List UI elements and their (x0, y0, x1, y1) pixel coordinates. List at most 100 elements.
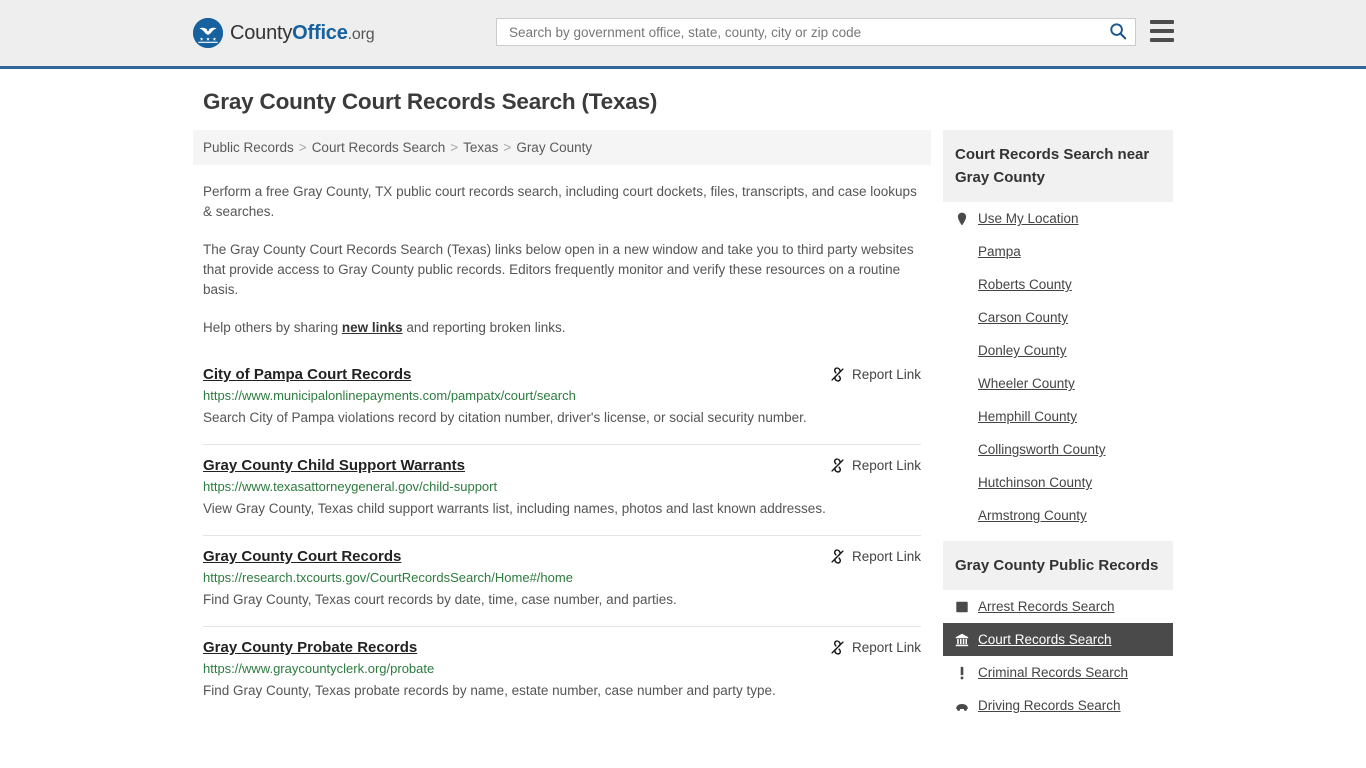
nearby-link-pampa[interactable]: Pampa (943, 235, 1173, 268)
no-icon (955, 509, 969, 523)
courthouse-icon (955, 633, 969, 647)
page-container: Gray County Court Records Search (Texas)… (0, 89, 1366, 731)
search-button[interactable] (1109, 22, 1127, 43)
intro-text: Perform a free Gray County, TX public co… (193, 182, 931, 338)
no-icon (955, 245, 969, 259)
hamburger-bar (1150, 29, 1174, 33)
result-title-link[interactable]: Gray County Court Records (203, 548, 401, 565)
no-icon (955, 476, 969, 490)
list-item: Hemphill County (943, 400, 1173, 433)
nearby-link-collingsworth-county[interactable]: Collingsworth County (943, 433, 1173, 466)
list-item-label: Criminal Records Search (978, 665, 1129, 680)
report-link-button[interactable]: Report Link (830, 549, 921, 564)
list-item: Hutchinson County (943, 466, 1173, 499)
result-description: Search City of Pampa violations record b… (203, 410, 807, 425)
result-description: Find Gray County, Texas probate records … (203, 683, 776, 698)
id-card-icon (955, 600, 969, 614)
report-link-button[interactable]: Report Link (830, 640, 921, 655)
breadcrumb-separator: > (298, 140, 307, 155)
list-item: Armstrong County (943, 499, 1173, 532)
breadcrumb-item[interactable]: Public Records (203, 140, 294, 155)
breadcrumb-item[interactable]: Court Records Search (312, 140, 446, 155)
no-icon (955, 443, 969, 457)
list-item-label: Carson County (978, 310, 1069, 325)
nearby-link-carson-county[interactable]: Carson County (943, 301, 1173, 334)
breadcrumb-separator: > (450, 140, 459, 155)
list-item-label: Roberts County (978, 277, 1072, 292)
site-logo[interactable]: CountyOffice.org (193, 18, 375, 48)
list-item-label: Driving Records Search (978, 698, 1121, 713)
nearby-link-hemphill-county[interactable]: Hemphill County (943, 400, 1173, 433)
result-url: https://research.txcourts.gov/CourtRecor… (203, 570, 573, 585)
nearby-link-roberts-county[interactable]: Roberts County (943, 268, 1173, 301)
list-item: Court Records Search (943, 623, 1173, 656)
nearby-link-armstrong-county[interactable]: Armstrong County (943, 499, 1173, 532)
sidebar: Court Records Search near Gray County Us… (943, 130, 1173, 731)
list-item-label: Armstrong County (978, 508, 1087, 523)
logo-tld: .org (347, 25, 375, 43)
nearby-link-hutchinson-county[interactable]: Hutchinson County (943, 466, 1173, 499)
results-list: City of Pampa Court Records Report Link ht… (193, 356, 931, 717)
result-header: City of Pampa Court Records Report Link (203, 366, 921, 383)
eagle-shield-icon (193, 18, 223, 48)
nearby-link-donley-county[interactable]: Donley County (943, 334, 1173, 367)
no-icon (955, 344, 969, 358)
list-item: Pampa (943, 235, 1173, 268)
logo-wordmark: CountyOffice.org (230, 22, 375, 45)
no-icon (955, 410, 969, 424)
broken-link-icon (830, 549, 845, 564)
result-description: View Gray County, Texas child support wa… (203, 501, 826, 516)
list-item-label: Donley County (978, 343, 1067, 358)
list-item-label: Arrest Records Search (978, 599, 1115, 614)
result-item: Gray County Probate Records Report Link ht… (203, 626, 921, 717)
list-item: Use My Location (943, 202, 1173, 235)
result-header: Gray County Child Support Warrants Report… (203, 457, 921, 474)
public-record-link-arrest-records-search[interactable]: Arrest Records Search (943, 590, 1173, 623)
intro-p3-before: Help others by sharing (203, 320, 342, 335)
list-item: Collingsworth County (943, 433, 1173, 466)
result-title-link[interactable]: City of Pampa Court Records (203, 366, 411, 383)
new-links-link[interactable]: new links (342, 320, 403, 335)
broken-link-icon (830, 367, 845, 382)
public-record-link-court-records-search[interactable]: Court Records Search (943, 623, 1173, 656)
list-item: Wheeler County (943, 367, 1173, 400)
breadcrumb: Public Records > Court Records Search > Texa… (193, 130, 931, 165)
result-title-link[interactable]: Gray County Probate Records (203, 639, 417, 656)
panel-nearby-title: Court Records Search near Gray County (943, 130, 1173, 202)
list-item-label: Hutchinson County (978, 475, 1093, 490)
no-icon (955, 311, 969, 325)
search-bar[interactable] (496, 18, 1136, 46)
result-item: Gray County Child Support Warrants Report… (203, 444, 921, 535)
list-item: Driving Records Search (943, 689, 1173, 722)
report-link-button[interactable]: Report Link (830, 458, 921, 473)
public-record-link-driving-records-search[interactable]: Driving Records Search (943, 689, 1173, 722)
breadcrumb-item[interactable]: Texas (463, 140, 498, 155)
result-url: https://www.texasattorneygeneral.gov/chi… (203, 479, 498, 494)
list-item-label: Pampa (978, 244, 1021, 259)
nearby-link-use-my-location[interactable]: Use My Location (943, 202, 1173, 235)
result-item: Gray County Court Records Report Link http… (203, 535, 921, 626)
nearby-link-wheeler-county[interactable]: Wheeler County (943, 367, 1173, 400)
result-description: Find Gray County, Texas court records by… (203, 592, 677, 607)
nearby-list: Use My Location Pampa Roberts County Carson… (943, 202, 1173, 532)
panel-public-records: Gray County Public Records Arrest Record… (943, 541, 1173, 722)
panel-nearby: Court Records Search near Gray County Us… (943, 130, 1173, 532)
hamburger-bar (1150, 20, 1174, 24)
list-item: Arrest Records Search (943, 590, 1173, 623)
hamburger-menu-icon[interactable] (1150, 20, 1174, 42)
search-input[interactable] (507, 23, 1109, 41)
result-header: Gray County Court Records Report Link (203, 548, 921, 565)
hamburger-bar (1150, 38, 1174, 42)
breadcrumb-item[interactable]: Gray County (516, 140, 592, 155)
no-icon (955, 377, 969, 391)
public-record-link-criminal-records-search[interactable]: Criminal Records Search (943, 656, 1173, 689)
report-link-label: Report Link (851, 458, 921, 473)
result-title-link[interactable]: Gray County Child Support Warrants (203, 457, 465, 474)
map-pin-icon (955, 212, 969, 226)
report-link-button[interactable]: Report Link (830, 367, 921, 382)
report-link-label: Report Link (851, 367, 921, 382)
list-item: Criminal Records Search (943, 656, 1173, 689)
intro-paragraph-2: The Gray County Court Records Search (Te… (203, 242, 914, 297)
list-item-label: Court Records Search (978, 632, 1112, 647)
list-item-label: Hemphill County (978, 409, 1078, 424)
